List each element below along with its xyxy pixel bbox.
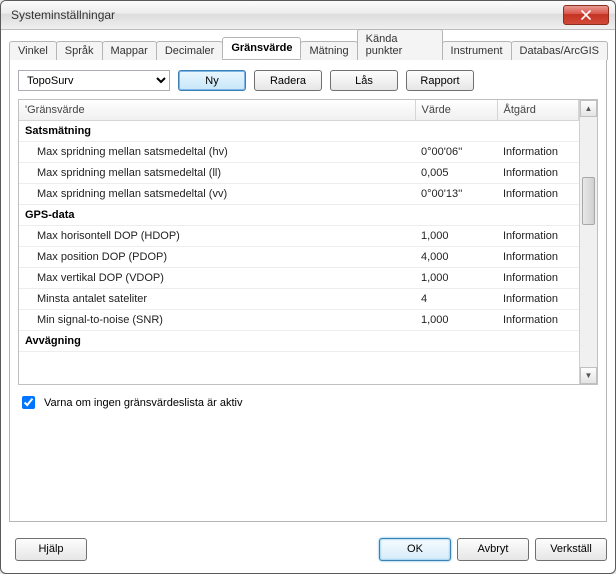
table-row[interactable]: Max horisontell DOP (HDOP)1,000Informati… bbox=[19, 226, 579, 247]
table-group[interactable]: Avvägning bbox=[19, 331, 579, 352]
tab-k-nda-punkter[interactable]: Kända punkter bbox=[357, 29, 443, 60]
table-row[interactable]: Max spridning mellan satsmedeltal (hv)0°… bbox=[19, 142, 579, 163]
vertical-scrollbar[interactable]: ▲ ▼ bbox=[579, 100, 597, 384]
help-button[interactable]: Hjälp bbox=[15, 538, 87, 561]
cell-label: Max spridning mellan satsmedeltal (hv) bbox=[19, 142, 415, 163]
dialog-button-row: Hjälp OK Avbryt Verkställ bbox=[9, 535, 607, 563]
tab-gr-nsv-rde[interactable]: Gränsvärde bbox=[222, 37, 301, 59]
cell-label: Max spridning mellan satsmedeltal (ll) bbox=[19, 163, 415, 184]
cell-action: Information bbox=[497, 268, 579, 289]
threshold-table-container: 'Gränsvärde Värde Åtgärd SatsmätningMax … bbox=[18, 99, 598, 385]
window-title: Systeminställningar bbox=[11, 8, 563, 22]
close-icon bbox=[581, 10, 591, 20]
cell-label: Max spridning mellan satsmedeltal (vv) bbox=[19, 184, 415, 205]
tab-instrument[interactable]: Instrument bbox=[442, 41, 512, 60]
col-varde[interactable]: Värde bbox=[415, 100, 497, 121]
cell-value: 0°00'13'' bbox=[415, 184, 497, 205]
cell-label: Minsta antalet sateliter bbox=[19, 289, 415, 310]
tab-m-tning[interactable]: Mätning bbox=[300, 41, 357, 60]
col-gransvarde[interactable]: 'Gränsvärde bbox=[19, 100, 415, 121]
threshold-table: 'Gränsvärde Värde Åtgärd SatsmätningMax … bbox=[19, 100, 579, 352]
titlebar: Systeminställningar bbox=[1, 1, 615, 30]
group-label: GPS-data bbox=[19, 205, 579, 226]
scroll-thumb[interactable] bbox=[582, 177, 595, 225]
cell-action: Information bbox=[497, 184, 579, 205]
tab-spr-k[interactable]: Språk bbox=[56, 41, 103, 60]
template-combo[interactable]: TopoSurv bbox=[18, 70, 170, 91]
table-row[interactable]: Max vertikal DOP (VDOP)1,000Information bbox=[19, 268, 579, 289]
cell-action: Information bbox=[497, 142, 579, 163]
cell-value: 0,005 bbox=[415, 163, 497, 184]
cell-label: Min signal-to-noise (SNR) bbox=[19, 310, 415, 331]
col-atgard[interactable]: Åtgärd bbox=[497, 100, 579, 121]
table-row[interactable]: Min signal-to-noise (SNR)1,000Informatio… bbox=[19, 310, 579, 331]
cell-action: Information bbox=[497, 247, 579, 268]
cell-label: Max vertikal DOP (VDOP) bbox=[19, 268, 415, 289]
scroll-down-arrow-icon[interactable]: ▼ bbox=[580, 367, 597, 384]
table-row[interactable]: Minsta antalet sateliter4Information bbox=[19, 289, 579, 310]
toolbar: TopoSurv Ny Radera Lås Rapport bbox=[18, 70, 598, 91]
radera-button[interactable]: Radera bbox=[254, 70, 322, 91]
cell-value: 1,000 bbox=[415, 268, 497, 289]
ok-button[interactable]: OK bbox=[379, 538, 451, 561]
tab-decimaler[interactable]: Decimaler bbox=[156, 41, 224, 60]
settings-window: Systeminställningar VinkelSpråkMapparDec… bbox=[0, 0, 616, 574]
close-button[interactable] bbox=[563, 5, 609, 25]
tab-mappar[interactable]: Mappar bbox=[102, 41, 157, 60]
ny-button[interactable]: Ny bbox=[178, 70, 246, 91]
scroll-track[interactable] bbox=[580, 117, 597, 367]
warn-checkbox-row: Varna om ingen gränsvärdeslista är aktiv bbox=[18, 393, 598, 412]
cell-action: Information bbox=[497, 163, 579, 184]
table-header-row: 'Gränsvärde Värde Åtgärd bbox=[19, 100, 579, 121]
table-row[interactable]: Max position DOP (PDOP)4,000Information bbox=[19, 247, 579, 268]
table-row[interactable]: Max spridning mellan satsmedeltal (ll)0,… bbox=[19, 163, 579, 184]
cell-action: Information bbox=[497, 310, 579, 331]
tab-strip: VinkelSpråkMapparDecimalerGränsvärdeMätn… bbox=[9, 37, 607, 60]
apply-button[interactable]: Verkställ bbox=[535, 538, 607, 561]
group-label: Satsmätning bbox=[19, 121, 579, 142]
table-scroll-area: 'Gränsvärde Värde Åtgärd SatsmätningMax … bbox=[19, 100, 579, 384]
cell-action: Information bbox=[497, 289, 579, 310]
cell-label: Max horisontell DOP (HDOP) bbox=[19, 226, 415, 247]
table-group[interactable]: GPS-data bbox=[19, 205, 579, 226]
cell-value: 0°00'06'' bbox=[415, 142, 497, 163]
warn-active-label[interactable]: Varna om ingen gränsvärdeslista är aktiv bbox=[44, 397, 243, 409]
cell-value: 4,000 bbox=[415, 247, 497, 268]
tab-vinkel[interactable]: Vinkel bbox=[9, 41, 57, 60]
table-row[interactable]: Max spridning mellan satsmedeltal (vv)0°… bbox=[19, 184, 579, 205]
table-group[interactable]: Satsmätning bbox=[19, 121, 579, 142]
cell-value: 4 bbox=[415, 289, 497, 310]
las-button[interactable]: Lås bbox=[330, 70, 398, 91]
cell-label: Max position DOP (PDOP) bbox=[19, 247, 415, 268]
cell-value: 1,000 bbox=[415, 226, 497, 247]
tab-panel-gransvarde: TopoSurv Ny Radera Lås Rapport 'Gränsvär… bbox=[9, 60, 607, 522]
cell-action: Information bbox=[497, 226, 579, 247]
warn-active-checkbox[interactable] bbox=[22, 396, 35, 409]
rapport-button[interactable]: Rapport bbox=[406, 70, 474, 91]
scroll-up-arrow-icon[interactable]: ▲ bbox=[580, 100, 597, 117]
client-area: VinkelSpråkMapparDecimalerGränsvärdeMätn… bbox=[9, 37, 607, 563]
cell-value: 1,000 bbox=[415, 310, 497, 331]
cancel-button[interactable]: Avbryt bbox=[457, 538, 529, 561]
group-label: Avvägning bbox=[19, 331, 579, 352]
tab-databas-arcgis[interactable]: Databas/ArcGIS bbox=[511, 41, 608, 60]
